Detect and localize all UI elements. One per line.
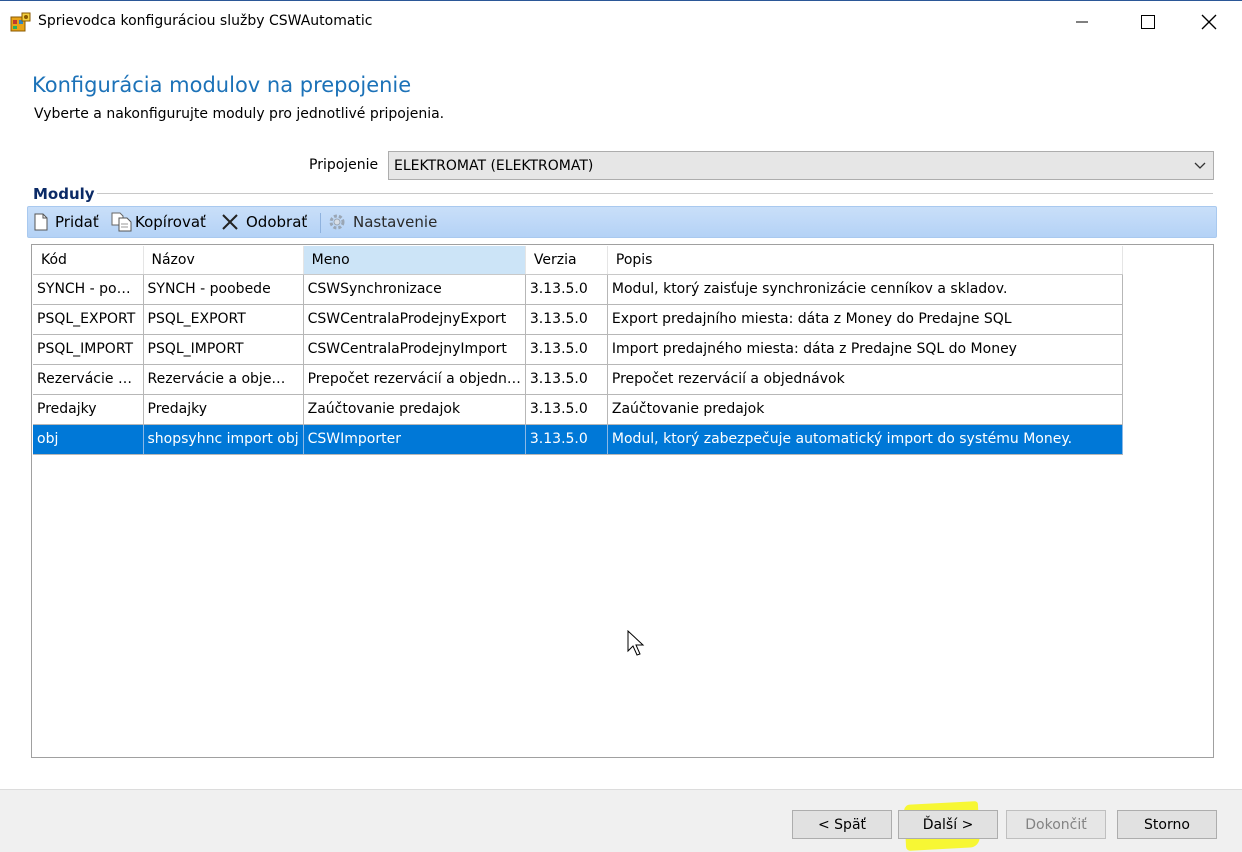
minimize-icon bbox=[1076, 21, 1088, 23]
window-title: Sprievodca konfiguráciou služby CSWAutom… bbox=[38, 13, 373, 29]
delete-x-icon bbox=[222, 214, 238, 230]
cell-meno: CSWCentralaProdejnyExport bbox=[303, 304, 526, 335]
remove-module-label: Odobrať bbox=[246, 213, 308, 231]
mouse-cursor-icon bbox=[627, 630, 645, 656]
cell-popis: Modul, ktorý zaisťuje synchronizácie cen… bbox=[607, 274, 1123, 305]
back-button[interactable]: < Späť bbox=[792, 810, 892, 839]
gear-icon bbox=[329, 214, 345, 230]
cell-meno: Zaúčtovanie predajok bbox=[303, 394, 526, 425]
close-button[interactable] bbox=[1176, 1, 1242, 43]
cell-nazov: PSQL_EXPORT bbox=[143, 304, 304, 335]
cell-verzia: 3.13.5.0 bbox=[525, 274, 608, 305]
cell-popis: Modul, ktorý zabezpečuje automatický imp… bbox=[607, 424, 1123, 455]
cell-verzia: 3.13.5.0 bbox=[525, 364, 608, 395]
table-row[interactable]: Predajky Predajky Zaúčtovanie predajok 3… bbox=[33, 394, 1123, 425]
connection-label: Pripojenie bbox=[309, 157, 379, 173]
cell-popis: Zaúčtovanie predajok bbox=[607, 394, 1123, 425]
minimize-button[interactable] bbox=[1049, 1, 1115, 43]
column-header-kod[interactable]: Kód bbox=[33, 246, 144, 275]
cell-popis: Prepočet rezervácií a objednávok bbox=[607, 364, 1123, 395]
cell-verzia: 3.13.5.0 bbox=[525, 304, 608, 335]
add-module-label: Pridať bbox=[55, 213, 99, 231]
table-row[interactable]: PSQL_IMPORT PSQL_IMPORT CSWCentralaProde… bbox=[33, 334, 1123, 365]
close-icon bbox=[1201, 14, 1217, 30]
cell-popis: Import predajného miesta: dáta z Predajn… bbox=[607, 334, 1123, 365]
settings-label: Nastavenie bbox=[353, 213, 438, 231]
page-title: Konfigurácia modulov na prepojenie bbox=[32, 73, 412, 97]
group-divider bbox=[97, 193, 1213, 194]
toolbar-separator bbox=[320, 213, 321, 233]
maximize-button[interactable] bbox=[1115, 1, 1181, 43]
cell-verzia: 3.13.5.0 bbox=[525, 394, 608, 425]
add-module-button[interactable]: Pridať bbox=[33, 207, 99, 237]
cell-nazov: PSQL_IMPORT bbox=[143, 334, 304, 365]
modules-table: Kód Názov Meno Verzia Popis SYNCH - po… … bbox=[33, 246, 1123, 455]
copy-icon bbox=[111, 212, 132, 232]
copy-module-label: Kopírovať bbox=[135, 213, 206, 231]
maximize-icon bbox=[1141, 15, 1155, 29]
connection-select[interactable]: ELEKTROMAT (ELEKTROMAT) bbox=[388, 151, 1214, 180]
table-row-selected[interactable]: obj shopsyhnc import obj CSWImporter 3.1… bbox=[33, 424, 1123, 455]
connection-value: ELEKTROMAT (ELEKTROMAT) bbox=[394, 157, 594, 174]
cell-kod: PSQL_IMPORT bbox=[33, 334, 144, 365]
title-bar: Sprievodca konfiguráciou služby CSWAutom… bbox=[0, 0, 1242, 43]
cell-meno: CSWImporter bbox=[303, 424, 526, 455]
cancel-button[interactable]: Storno bbox=[1117, 810, 1217, 839]
cell-nazov: SYNCH - poobede bbox=[143, 274, 304, 305]
column-header-nazov[interactable]: Názov bbox=[143, 246, 304, 275]
cell-verzia: 3.13.5.0 bbox=[525, 424, 608, 455]
modules-toolbar: Pridať Kopírovať Odobrať Nastavenie bbox=[27, 206, 1217, 238]
modules-group-label: Moduly bbox=[33, 185, 95, 203]
cell-verzia: 3.13.5.0 bbox=[525, 334, 608, 365]
cell-kod: SYNCH - po… bbox=[33, 274, 144, 305]
cell-meno: CSWCentralaProdejnyImport bbox=[303, 334, 526, 365]
page-subtitle: Vyberte a nakonfigurujte moduly pro jedn… bbox=[34, 106, 445, 122]
next-button[interactable]: Ďalší > bbox=[898, 810, 998, 839]
table-row[interactable]: Rezervácie … Rezervácie a obje… Prepočet… bbox=[33, 364, 1123, 395]
cell-popis: Export predajního miesta: dáta z Money d… bbox=[607, 304, 1123, 335]
cell-kod: obj bbox=[33, 424, 144, 455]
cell-kod: Predajky bbox=[33, 394, 144, 425]
table-row[interactable]: PSQL_EXPORT PSQL_EXPORT CSWCentralaProde… bbox=[33, 304, 1123, 335]
cell-nazov: shopsyhnc import obj bbox=[143, 424, 304, 455]
cell-kod: PSQL_EXPORT bbox=[33, 304, 144, 335]
cell-kod: Rezervácie … bbox=[33, 364, 144, 395]
app-config-icon bbox=[10, 12, 31, 32]
cell-nazov: Predajky bbox=[143, 394, 304, 425]
chevron-down-icon bbox=[1194, 162, 1206, 169]
column-header-popis[interactable]: Popis bbox=[607, 246, 1123, 275]
remove-module-button[interactable]: Odobrať bbox=[221, 207, 307, 237]
cell-nazov: Rezervácie a obje… bbox=[143, 364, 304, 395]
cell-meno: Prepočet rezervácií a objedn… bbox=[303, 364, 526, 395]
table-header-row: Kód Názov Meno Verzia Popis bbox=[33, 246, 1123, 275]
settings-button[interactable]: Nastavenie bbox=[327, 207, 437, 237]
column-header-verzia[interactable]: Verzia bbox=[525, 246, 608, 275]
finish-button[interactable]: Dokončiť bbox=[1006, 810, 1106, 839]
cell-meno: CSWSynchronizace bbox=[303, 274, 526, 305]
copy-module-button[interactable]: Kopírovať bbox=[111, 207, 206, 237]
new-document-icon bbox=[34, 213, 48, 231]
column-header-meno[interactable]: Meno bbox=[303, 246, 526, 275]
table-row[interactable]: SYNCH - po… SYNCH - poobede CSWSynchroni… bbox=[33, 274, 1123, 305]
